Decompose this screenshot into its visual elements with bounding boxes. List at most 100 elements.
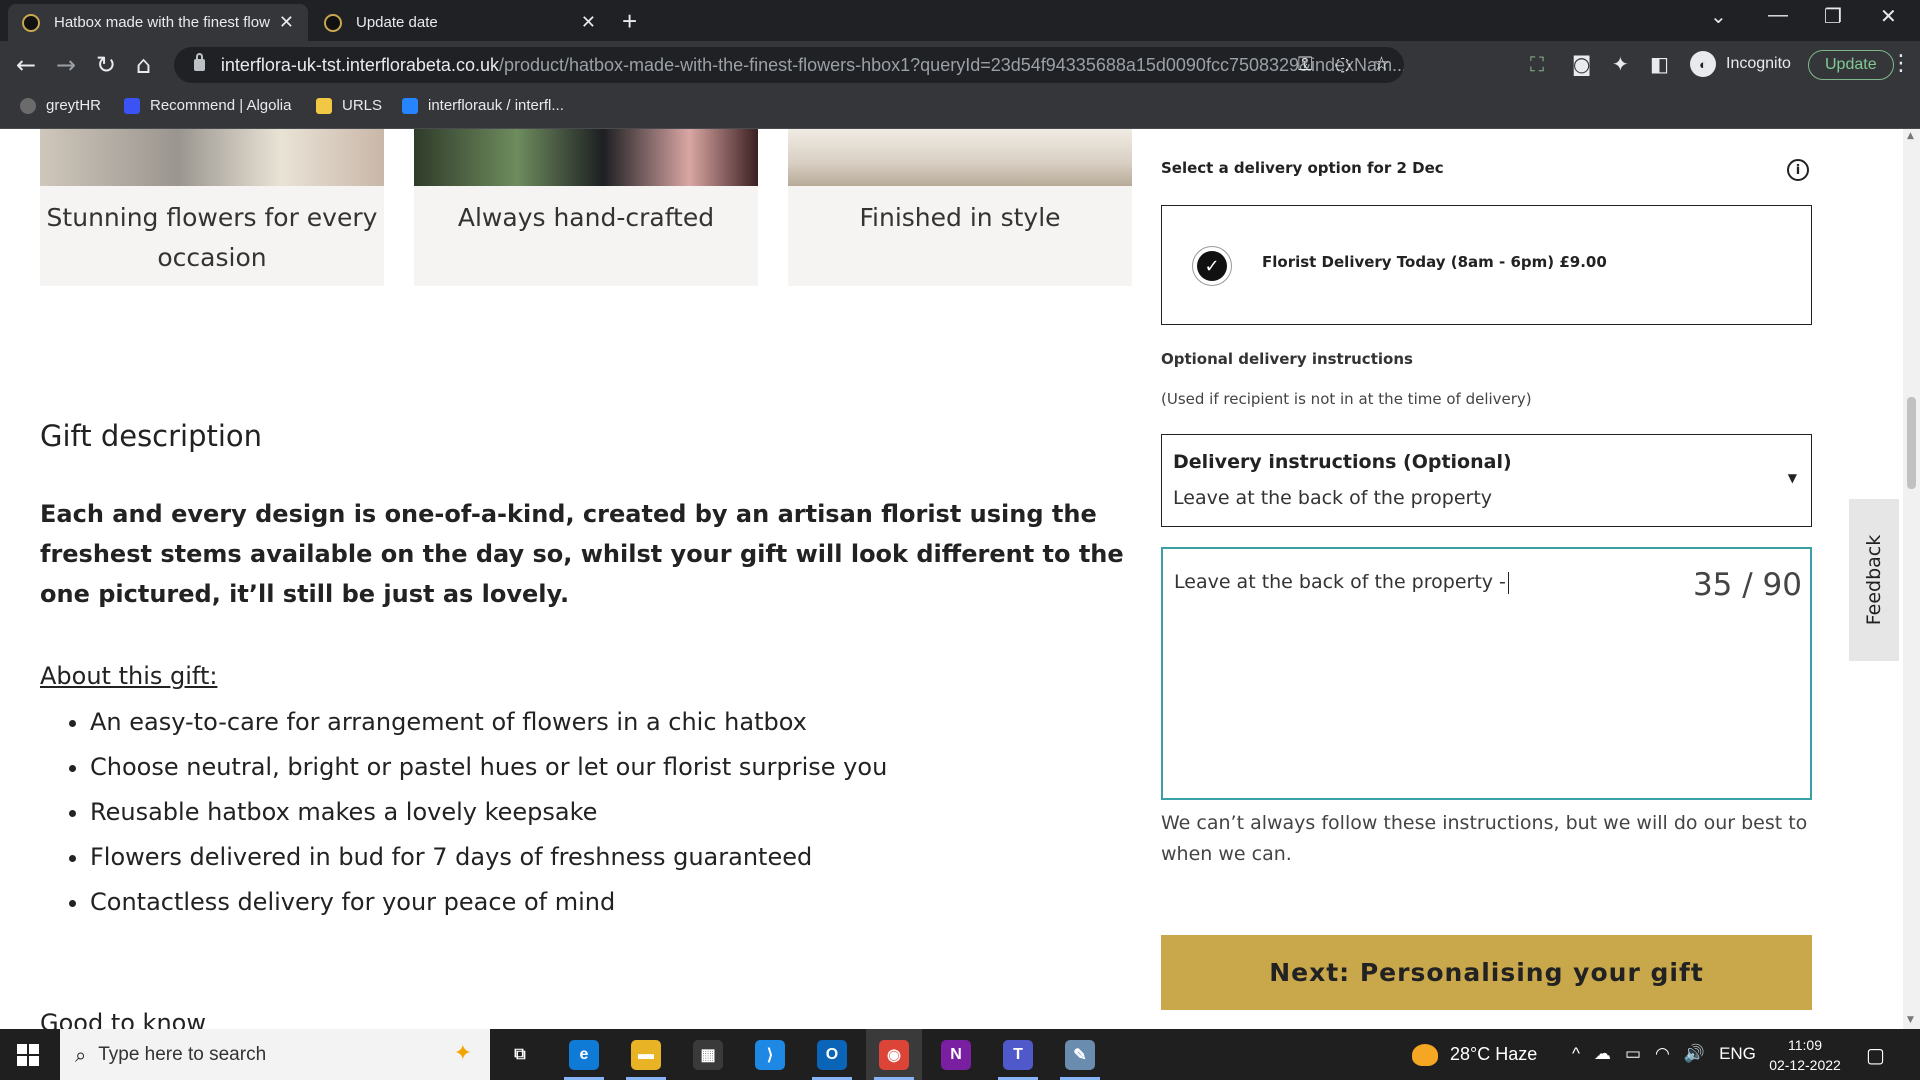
notifications-icon[interactable]: ▢ [1866,1043,1885,1067]
tab-hatbox[interactable]: Hatbox made with the finest flow ✕ [8,4,308,41]
back-icon[interactable]: ← [16,51,36,79]
tray-chevron-icon[interactable]: ^ [1572,1044,1580,1064]
taskbar-app-outlook[interactable]: O [804,1029,860,1080]
taskbar-app-microsoft-store[interactable]: ▦ [680,1029,736,1080]
selected-radio[interactable]: ✓ [1192,246,1232,286]
restore-button[interactable]: ❐ [1824,4,1842,29]
taskbar-app-file-explorer[interactable]: ▬ [618,1029,674,1080]
forward-icon[interactable]: → [56,51,76,79]
search-placeholder: Type here to search [98,1043,267,1065]
textarea-value: Leave at the back of the property - [1174,571,1506,593]
bookmark-algolia[interactable]: Recommend | Algolia [124,97,291,114]
weather-haze-icon [1412,1043,1438,1066]
volume-icon[interactable]: 🔊 [1684,1044,1705,1064]
taskbar-app-edge[interactable]: e [556,1029,612,1080]
task-view-icon: ⧉ [505,1039,535,1070]
scroll-up-icon[interactable]: ▲ [1907,131,1914,141]
tab-title: Hatbox made with the finest flow [54,14,270,31]
wifi-icon[interactable]: ◠ [1655,1044,1670,1064]
delivery-option-label-text: Florist Delivery Today (8am - 6pm) £9.00 [1262,253,1607,271]
bookmark-label: interflorauk / interfl... [428,97,564,114]
checkmark-icon: ✓ [1197,251,1227,281]
delivery-option-florist-today[interactable]: ✓ Florist Delivery Today (8am - 6pm) £9.… [1161,205,1812,325]
page-scrollbar[interactable]: ▲ ▼ [1903,129,1920,1029]
close-window-button[interactable]: ✕ [1880,4,1897,29]
screenshot-icon[interactable]: ⛶ [1530,52,1544,76]
windows-start-icon[interactable] [17,1044,39,1066]
tab-update-date[interactable]: Update date ✕ [310,4,610,41]
teams-icon: T [1003,1039,1033,1070]
bookmark-star-icon[interactable]: ☆ [1373,53,1390,75]
chrome-icon: ◉ [879,1039,909,1070]
feature-card-style: Finished in style [788,129,1132,286]
taskbar-app-paint[interactable]: ✎ [1052,1029,1108,1080]
browser-menu-icon[interactable]: ⋮ [1890,51,1912,76]
key-icon[interactable]: ⚿ [1298,53,1312,75]
onedrive-icon[interactable]: ☁ [1594,1044,1611,1064]
bookmark-label: Recommend | Algolia [150,97,292,114]
eye-off-icon[interactable]: ◌ [1334,53,1351,75]
bookmark-greythr[interactable]: greytHR [20,97,101,114]
taskbar-app-teams[interactable]: T [990,1029,1046,1080]
weather-text: 28°C Haze [1450,1044,1538,1064]
taskbar-search[interactable]: ⌕ Type here to search ✦ [60,1029,490,1080]
about-gift-list: An easy-to-care for arrangement of flowe… [90,700,887,925]
vscode-icon: ⟩ [755,1039,785,1070]
taskbar-app-chrome[interactable]: ◉ [866,1029,922,1080]
reload-icon[interactable]: ↻ [96,51,116,79]
bookmark-interflorauk[interactable]: interflorauk / interfl... [402,97,564,114]
delivery-instructions-textarea[interactable]: Leave at the back of the property - 35 /… [1161,547,1812,800]
select-label: Delivery instructions (Optional) [1173,451,1512,473]
feature-caption: Finished in style [859,203,1061,232]
search-icon: ⌕ [75,1042,87,1067]
weather-widget[interactable]: 28°C Haze [1412,1029,1537,1080]
clock-time: 11:09 [1788,1037,1822,1053]
incognito-icon: ◐ [1690,51,1716,77]
address-bar[interactable]: interflora-uk-tst.interflorabeta.co.uk/p… [174,47,1404,83]
delivery-instructions-select[interactable]: Delivery instructions (Optional) Leave a… [1161,434,1812,527]
camera-icon[interactable]: ◙ [1572,52,1591,76]
search-highlight-icon: ✦ [453,1041,472,1066]
instructions-note: (Used if recipient is not in at the time… [1161,390,1532,408]
instructions-title: Optional delivery instructions [1161,350,1413,368]
feature-photo [40,129,384,186]
feedback-tab[interactable]: Feedback [1849,499,1899,661]
gift-description-heading: Gift description [40,419,263,453]
minimize-button[interactable]: — [1768,4,1788,27]
microsoft-store-icon: ▦ [693,1039,723,1070]
new-tab-button[interactable]: + [622,6,637,37]
chevron-down-icon: ▼ [1787,471,1797,485]
feature-caption: Stunning flowers for every occasion [46,203,378,272]
battery-icon[interactable]: ▭ [1625,1044,1641,1064]
next-personalising-button[interactable]: Next: Personalising your gift [1161,935,1812,1010]
list-item: Reusable hatbox makes a lovely keepsake [90,790,887,835]
extensions-icon[interactable]: ✦ [1612,52,1629,76]
taskbar-app-task-view[interactable]: ⧉ [492,1029,548,1080]
globe-icon [20,97,36,114]
info-icon[interactable]: i [1787,159,1809,181]
sidebar-icon[interactable]: ◧ [1650,52,1669,76]
url-host: interflora-uk-tst.interflorabeta.co.uk [220,54,499,75]
url-text[interactable]: interflora-uk-tst.interflorabeta.co.uk/p… [221,55,1404,76]
tab-search-icon[interactable]: ⌄ [1710,4,1727,29]
home-icon[interactable]: ⌂ [136,51,151,79]
instructions-help-text: We can’t always follow these instruction… [1161,812,1808,865]
update-button[interactable]: Update [1808,50,1894,80]
gift-description-lead: Each and every design is one-of-a-kind, … [40,500,1124,608]
scroll-down-icon[interactable]: ▼ [1907,1015,1914,1025]
interflora-favicon-icon [22,13,40,32]
url-path: /product/hatbox-made-with-the-finest-flo… [498,54,1404,75]
feature-card-handcrafted: Always hand-crafted [414,129,758,286]
incognito-indicator[interactable]: ◐ Incognito [1690,51,1791,77]
lock-icon[interactable] [194,53,205,71]
taskbar-app-vscode[interactable]: ⟩ [742,1029,798,1080]
taskbar-clock[interactable]: 11:09 02-12-2022 [1765,1035,1845,1075]
tab-close-icon[interactable]: ✕ [279,12,294,33]
bookmark-urls[interactable]: URLS [316,97,382,114]
tab-close-icon[interactable]: ✕ [581,12,596,33]
product-page: Stunning flowers for every occasion Alwa… [0,129,1920,1029]
list-item: Choose neutral, bright or pastel hues or… [90,745,887,790]
language-indicator[interactable]: ENG [1719,1044,1756,1064]
scrollbar-thumb[interactable] [1907,397,1916,489]
taskbar-app-onenote[interactable]: N [928,1029,984,1080]
